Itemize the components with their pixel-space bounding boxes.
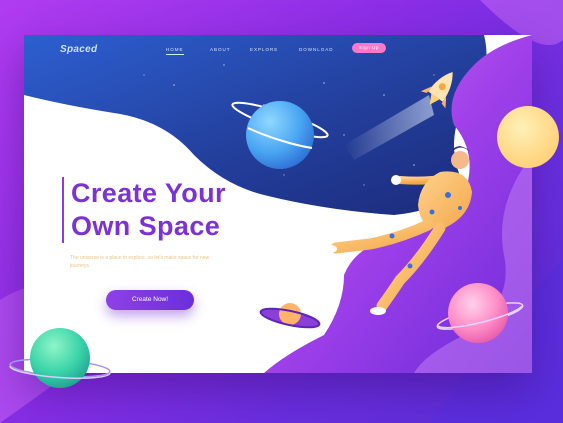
nav-link-download[interactable]: Download <box>299 47 334 52</box>
create-now-button[interactable]: Create Now! <box>106 290 194 310</box>
nav-link-about[interactable]: About <box>210 47 231 52</box>
nav-link-explore[interactable]: Explore <box>250 47 278 52</box>
top-navigation: Spaced Home About Explore Download Sign … <box>24 35 532 63</box>
hero-title-line-2: Own Space <box>71 211 221 241</box>
artwork-frame: Spaced Home About Explore Download Sign … <box>0 0 563 423</box>
brand-logo[interactable]: Spaced <box>60 44 97 55</box>
hero-title-line-1: Create Your <box>71 178 226 208</box>
hero-title: Create Your Own Space <box>62 177 226 243</box>
hero-description: The universe is a place to explore, so l… <box>70 255 210 269</box>
landing-page-card: Spaced Home About Explore Download Sign … <box>24 35 532 373</box>
sign-up-button[interactable]: Sign Up <box>352 43 386 53</box>
nav-link-home[interactable]: Home <box>166 47 184 55</box>
